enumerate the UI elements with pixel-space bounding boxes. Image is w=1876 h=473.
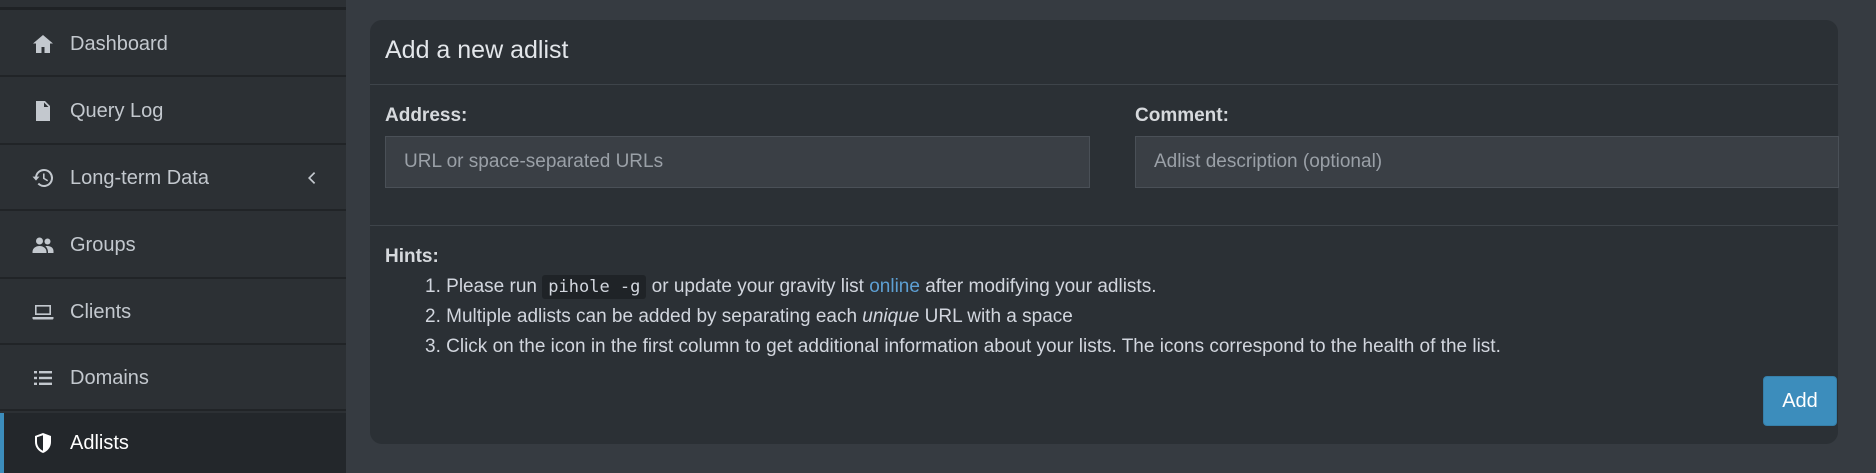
card-body-divider — [370, 225, 1838, 226]
file-icon — [28, 98, 58, 124]
hints-label: Hints: — [385, 246, 439, 267]
sidebar-top-strip — [0, 0, 346, 10]
sidebar-item-label: Long-term Data — [70, 166, 209, 189]
sidebar-item-adlists[interactable]: Adlists — [0, 413, 346, 473]
list-icon — [28, 365, 58, 391]
sidebar-item-domains[interactable]: Domains — [0, 347, 346, 411]
sidebar-item-label: Domains — [70, 366, 149, 389]
users-icon — [28, 232, 58, 258]
online-gravity-link[interactable]: online — [869, 276, 920, 297]
sidebar-item-long-term-data[interactable]: Long-term Data — [0, 147, 346, 211]
app-root: Dashboard Query Log Long-term Data Group… — [0, 0, 1876, 473]
history-icon — [28, 165, 58, 191]
sidebar-item-groups[interactable]: Groups — [0, 213, 346, 279]
add-button[interactable]: Add — [1763, 376, 1837, 426]
sidebar-item-label: Groups — [70, 233, 136, 256]
chevron-left-icon[interactable] — [304, 171, 318, 185]
sidebar-item-label: Dashboard — [70, 32, 168, 55]
hint-item-1: 1. Please run pihole -g or update your g… — [425, 275, 1157, 299]
hint-item-2: 2. Multiple adlists can be added by sepa… — [425, 306, 1073, 327]
sidebar-item-dashboard[interactable]: Dashboard — [0, 13, 346, 77]
sidebar-item-clients[interactable]: Clients — [0, 281, 346, 345]
hints-list: 1. Please run pihole -g or update your g… — [425, 272, 1805, 362]
address-input[interactable] — [385, 136, 1090, 188]
comment-input[interactable] — [1135, 136, 1839, 188]
card-header-divider — [370, 84, 1838, 85]
add-adlist-card: Add a new adlist Address: Comment: Hints… — [370, 20, 1839, 444]
comment-label: Comment: — [1135, 105, 1229, 126]
sidebar-item-label: Clients — [70, 300, 132, 323]
sidebar-item-query-log[interactable]: Query Log — [0, 79, 346, 145]
laptop-icon — [28, 299, 58, 325]
shield-icon — [28, 430, 58, 456]
pihole-command-code: pihole -g — [542, 275, 647, 299]
card-title: Add a new adlist — [385, 36, 569, 64]
hint-item-3: 3. Click on the icon in the first column… — [425, 336, 1501, 357]
address-label: Address: — [385, 105, 468, 126]
sidebar-item-label: Adlists — [70, 431, 129, 454]
sidebar-item-label: Query Log — [70, 99, 164, 122]
sidebar: Dashboard Query Log Long-term Data Group… — [0, 0, 346, 473]
home-icon — [28, 31, 58, 57]
